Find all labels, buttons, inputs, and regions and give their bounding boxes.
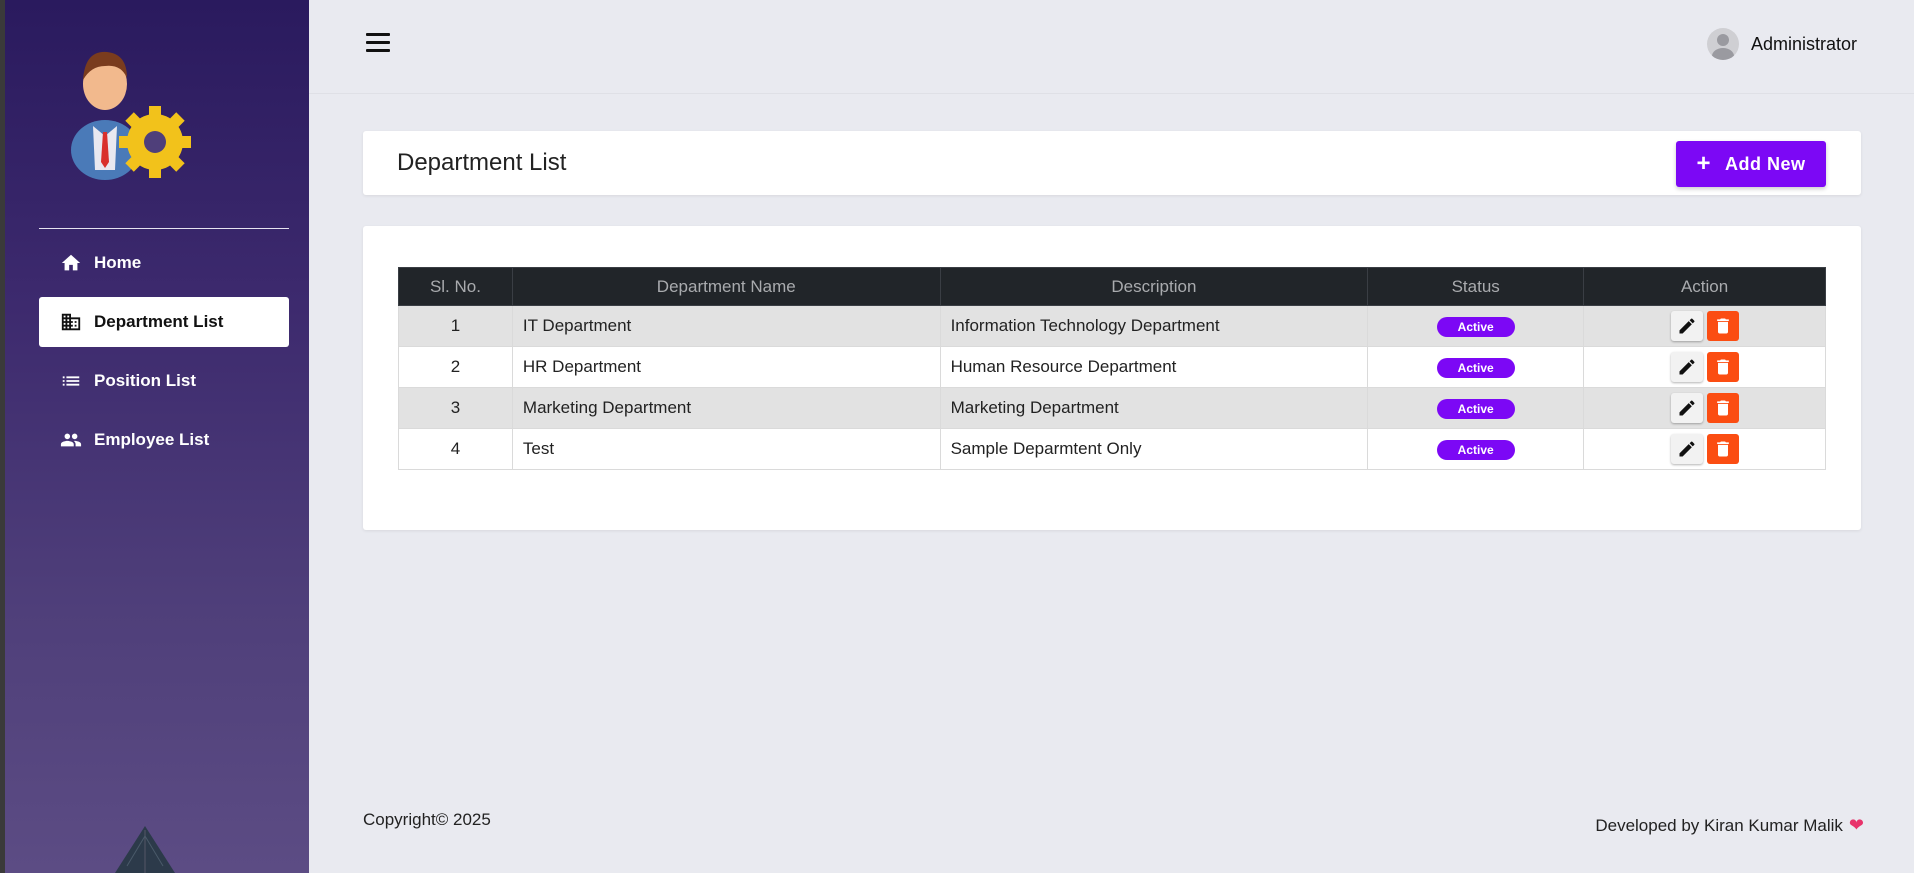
cell-description: Information Technology Department: [939, 305, 1369, 347]
cell-action: [1583, 428, 1826, 470]
people-icon: [59, 428, 83, 452]
delete-button[interactable]: [1706, 434, 1739, 464]
cell-status: Active: [1367, 346, 1585, 388]
edit-button[interactable]: [1670, 311, 1703, 341]
pencil-icon: [1679, 441, 1695, 457]
page-title: Department List: [397, 149, 567, 176]
topbar: Administrator: [309, 0, 1914, 94]
sidebar-nav: Home Department List Position List Emplo…: [39, 238, 289, 474]
column-header[interactable]: Department Name: [511, 267, 941, 306]
table-row: 1 IT Department Information Technology D…: [398, 305, 1826, 347]
cell-description: Sample Deparmtent Only: [939, 428, 1369, 470]
add-new-button[interactable]: + Add New: [1676, 141, 1826, 187]
sidebar-item-home[interactable]: Home: [39, 238, 289, 288]
app: Home Department List Position List Emplo…: [0, 0, 1914, 873]
cell-sl-no: 3: [398, 387, 513, 429]
cell-department-name: Test: [511, 428, 941, 470]
table-row: 3 Marketing Department Marketing Departm…: [398, 387, 1826, 429]
cell-sl-no: 1: [398, 305, 513, 347]
cell-sl-no: 2: [398, 346, 513, 388]
column-header[interactable]: Status: [1367, 267, 1585, 306]
table-row: 4 Test Sample Deparmtent Only Active: [398, 428, 1826, 470]
building-icon: [59, 310, 83, 334]
sidebar-item-department-list[interactable]: Department List: [39, 297, 289, 347]
status-badge: Active: [1436, 316, 1515, 337]
column-header[interactable]: Sl. No.: [398, 267, 513, 306]
list-icon: [59, 369, 83, 393]
pencil-icon: [1679, 400, 1695, 416]
status-badge: Active: [1436, 357, 1515, 378]
cell-status: Active: [1367, 305, 1585, 347]
cell-status: Active: [1367, 428, 1585, 470]
user-name: Administrator: [1750, 33, 1857, 54]
cell-department-name: Marketing Department: [511, 387, 941, 429]
footer-credit: Developed by Kiran Kumar Malik ❤: [1595, 815, 1864, 836]
cell-status: Active: [1367, 387, 1585, 429]
page-header-card: Department List + Add New: [363, 131, 1861, 195]
department-table: Sl. No. Department Name Description Stat…: [398, 267, 1826, 470]
column-header[interactable]: Action: [1583, 267, 1826, 306]
status-badge: Active: [1436, 439, 1515, 460]
sidebar: Home Department List Position List Emplo…: [5, 0, 309, 873]
trash-icon: [1716, 359, 1729, 375]
delete-button[interactable]: [1706, 352, 1739, 382]
cell-department-name: IT Department: [511, 305, 941, 347]
table-header-row: Sl. No. Department Name Description Stat…: [398, 267, 1826, 306]
pencil-icon: [1679, 318, 1695, 334]
trash-icon: [1716, 400, 1729, 416]
heart-icon: ❤: [1848, 815, 1864, 835]
sidebar-item-label: Department List: [94, 312, 224, 331]
trash-icon: [1716, 318, 1729, 334]
edit-button[interactable]: [1670, 393, 1703, 423]
avatar: [1706, 28, 1739, 60]
delete-button[interactable]: [1706, 393, 1739, 423]
department-table-card: Sl. No. Department Name Description Stat…: [363, 226, 1861, 530]
home-icon: [59, 251, 83, 275]
column-header[interactable]: Description: [939, 267, 1369, 306]
cell-department-name: HR Department: [511, 346, 941, 388]
pencil-icon: [1679, 359, 1695, 375]
footer-developer: Developed by Kiran Kumar Malik: [1595, 815, 1843, 835]
sidebar-item-employee-list[interactable]: Employee List: [39, 415, 289, 465]
cell-action: [1583, 305, 1826, 347]
sidebar-item-label: Employee List: [94, 430, 210, 449]
sidebar-item-label: Position List: [94, 371, 196, 390]
sidebar-item-position-list[interactable]: Position List: [39, 356, 289, 406]
status-badge: Active: [1436, 398, 1515, 419]
footer-copyright: Copyright© 2025: [363, 810, 491, 829]
menu-toggle-icon[interactable]: [366, 33, 390, 53]
cell-description: Human Resource Department: [939, 346, 1369, 388]
admin-logo-icon: [71, 51, 191, 180]
cell-action: [1583, 346, 1826, 388]
edit-button[interactable]: [1670, 352, 1703, 382]
cell-sl-no: 4: [398, 428, 513, 470]
cell-action: [1583, 387, 1826, 429]
edit-button[interactable]: [1670, 434, 1703, 464]
sidebar-divider: [39, 228, 289, 229]
plus-icon: +: [1696, 150, 1711, 177]
cell-description: Marketing Department: [939, 387, 1369, 429]
add-new-label: Add New: [1725, 153, 1806, 174]
delete-button[interactable]: [1706, 311, 1739, 341]
sidebar-item-label: Home: [94, 253, 142, 272]
tower-decoration-icon: [115, 826, 175, 873]
table-row: 2 HR Department Human Resource Departmen…: [398, 346, 1826, 388]
trash-icon: [1716, 441, 1729, 457]
user-menu[interactable]: Administrator: [1706, 28, 1857, 60]
